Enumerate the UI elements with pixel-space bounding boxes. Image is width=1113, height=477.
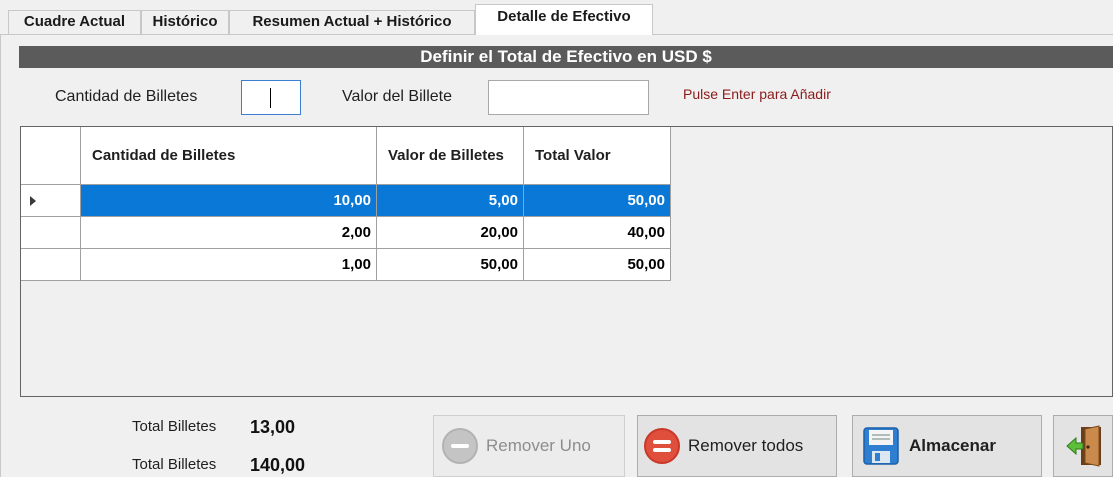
remove-one-button[interactable]: Remover Uno bbox=[433, 415, 625, 477]
row-header[interactable] bbox=[21, 249, 81, 281]
table-cell[interactable]: 40,00 bbox=[524, 217, 671, 249]
tab-cuadre-actual[interactable]: Cuadre Actual bbox=[8, 10, 141, 34]
column-header-label: Cantidad de Billetes bbox=[92, 146, 236, 164]
minus-circle-icon bbox=[442, 428, 478, 464]
table-cell[interactable]: 50,00 bbox=[524, 249, 671, 281]
tab-detalle-de-efectivo[interactable]: Detalle de Efectivo bbox=[475, 4, 653, 35]
total-count-value: 13,00 bbox=[250, 417, 296, 437]
text-caret bbox=[270, 88, 271, 108]
enter-hint: Pulse Enter para Añadir bbox=[683, 86, 831, 102]
table-cell[interactable]: 5,00 bbox=[377, 185, 524, 217]
total-amount-label: Total Billetes bbox=[132, 456, 217, 473]
valor-label: Valor del Billete bbox=[342, 88, 452, 105]
remove-all-button[interactable]: Remover todos bbox=[637, 415, 837, 477]
section-title: Definir el Total de Efectivo en USD $ bbox=[19, 46, 1113, 68]
remove-all-label: Remover todos bbox=[688, 436, 804, 455]
column-header-label: Total Valor bbox=[535, 146, 611, 164]
equals-circle-icon bbox=[644, 428, 680, 464]
table-cell[interactable]: 50,00 bbox=[524, 185, 671, 217]
cantidad-input[interactable] bbox=[241, 80, 301, 115]
tab-resumen-actual-historico[interactable]: Resumen Actual + Histórico bbox=[229, 10, 475, 34]
total-amount-value: 140,00 bbox=[250, 455, 306, 475]
table-cell[interactable]: 20,00 bbox=[377, 217, 524, 249]
column-header-total[interactable]: Total Valor bbox=[524, 127, 671, 185]
grid-corner bbox=[21, 127, 81, 185]
save-button[interactable]: Almacenar bbox=[852, 415, 1042, 477]
valor-input[interactable] bbox=[488, 80, 649, 115]
floppy-disk-icon bbox=[863, 427, 899, 465]
total-count-label: Total Billetes bbox=[132, 418, 217, 435]
tab-strip: Cuadre Actual Histórico Resumen Actual +… bbox=[0, 0, 1113, 35]
cantidad-label: Cantidad de Billetes bbox=[55, 88, 198, 105]
table-cell[interactable]: 50,00 bbox=[377, 249, 524, 281]
table-cell[interactable]: 10,00 bbox=[81, 185, 377, 217]
billetes-grid[interactable]: Cantidad de Billetes Valor de Billetes T… bbox=[20, 126, 1113, 397]
column-header-label: Valor de Billetes bbox=[388, 146, 504, 164]
current-row-arrow-icon bbox=[30, 196, 36, 206]
tab-historico[interactable]: Histórico bbox=[141, 10, 229, 34]
exit-button[interactable] bbox=[1053, 415, 1113, 477]
remove-one-label: Remover Uno bbox=[486, 436, 591, 455]
row-header[interactable] bbox=[21, 185, 81, 217]
exit-door-icon bbox=[1063, 425, 1103, 467]
save-label: Almacenar bbox=[909, 436, 996, 455]
table-cell[interactable]: 1,00 bbox=[81, 249, 377, 281]
row-header[interactable] bbox=[21, 217, 81, 249]
column-header-valor[interactable]: Valor de Billetes bbox=[377, 127, 524, 185]
table-cell[interactable]: 2,00 bbox=[81, 217, 377, 249]
column-header-cantidad[interactable]: Cantidad de Billetes bbox=[81, 127, 377, 185]
